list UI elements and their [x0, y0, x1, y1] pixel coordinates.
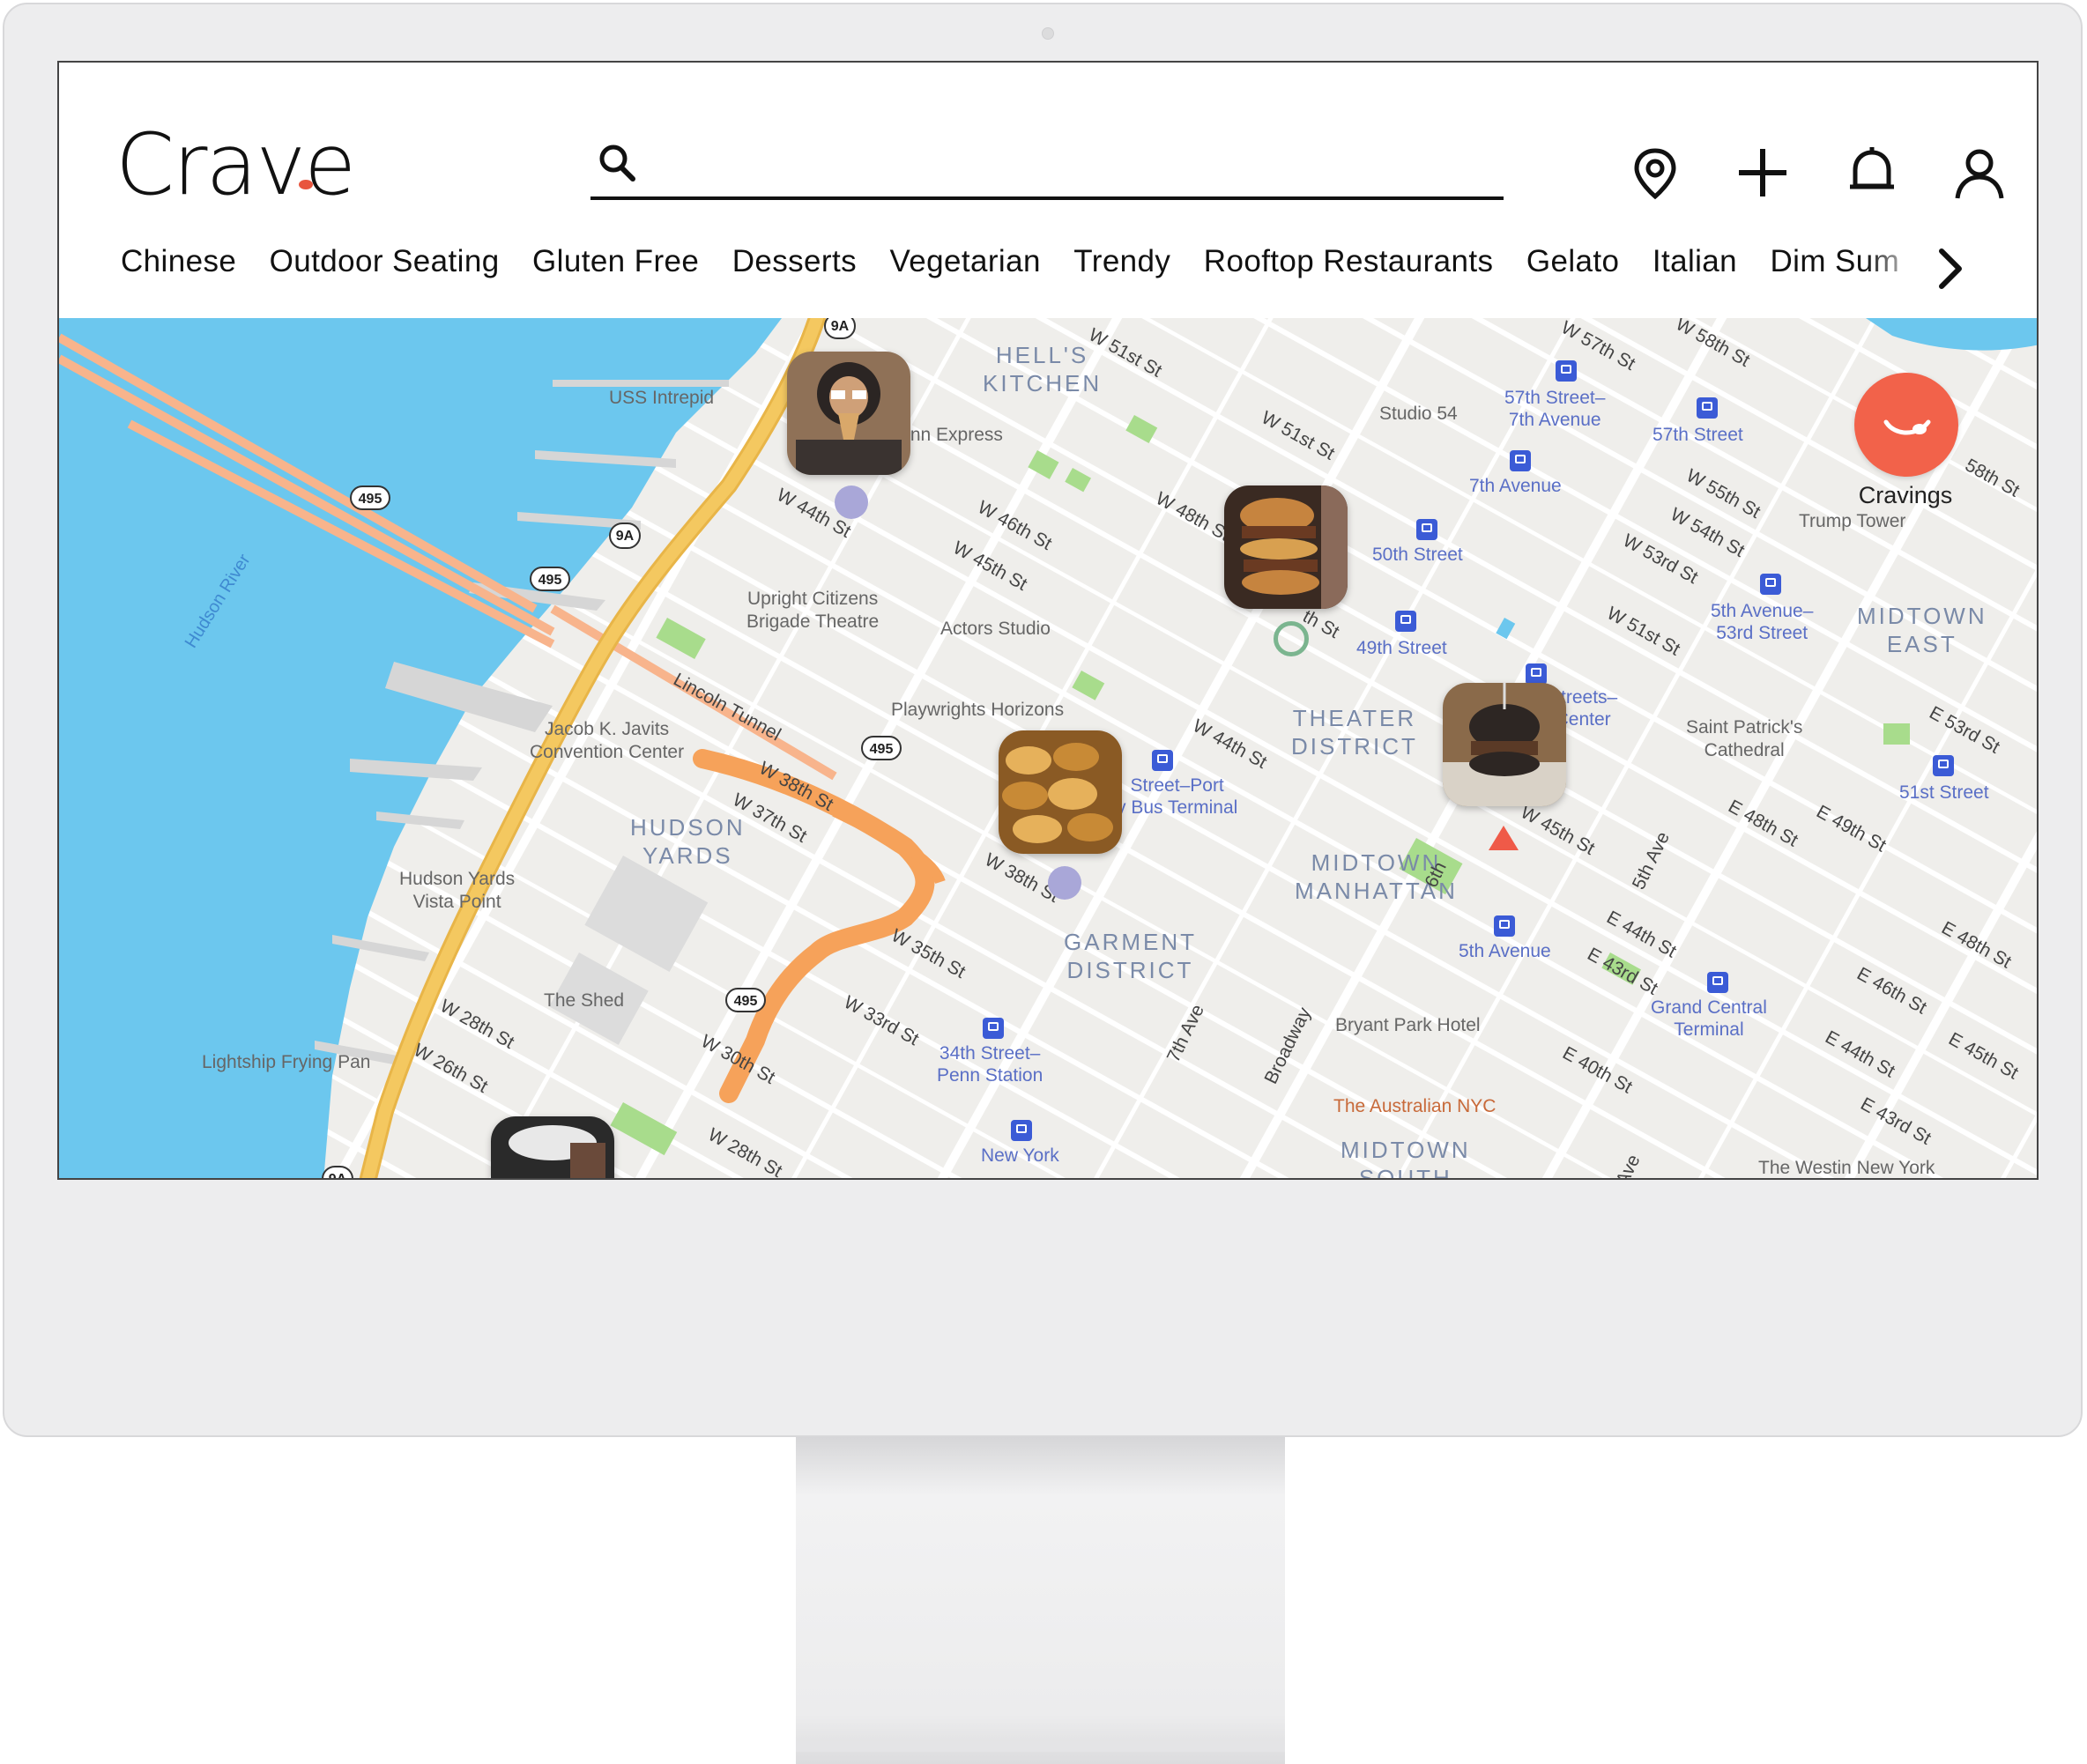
station-57th[interactable]: 57th Street [1653, 424, 1743, 446]
route-shield: 9A [824, 318, 856, 339]
station-5th-53rd[interactable]: 5th Avenue– 53rd Street [1711, 600, 1813, 644]
district-theater: THEATER DISTRICT [1291, 705, 1418, 760]
station-new-york[interactable]: New York [981, 1145, 1059, 1167]
poi-javits-center[interactable]: Jacob K. Javits Convention Center [530, 718, 684, 764]
map-pin-ice-cream[interactable] [787, 352, 910, 475]
metro-icon [1556, 360, 1577, 382]
district-midtown-south: MIDTOWN SOUTH [1341, 1137, 1471, 1180]
station-49th[interactable]: 49th Street [1356, 637, 1447, 659]
map-marker-dot[interactable] [835, 485, 868, 519]
ice-cream-photo [787, 352, 910, 475]
drink-photo [491, 1116, 614, 1178]
monitor-frame: Crave Chinese Outdoor Seating Gluten Fre… [3, 3, 2083, 1437]
category-gluten-free[interactable]: Gluten Free [532, 244, 699, 279]
chevron-right-icon[interactable] [1933, 246, 1968, 292]
poi-lightship[interactable]: Lightship Frying Pan [202, 1051, 370, 1074]
metro-icon [1011, 1120, 1032, 1141]
category-outdoor-seating[interactable]: Outdoor Seating [270, 244, 500, 279]
metro-icon [1494, 915, 1515, 937]
cravings-label: Cravings [1858, 482, 1953, 508]
poi-actors-studio[interactable]: Actors Studio [940, 618, 1051, 641]
poi-saint-patricks[interactable]: Saint Patrick's Cathedral [1686, 716, 1802, 762]
pastries-photo [999, 730, 1122, 854]
station-7th-avenue[interactable]: 7th Avenue [1469, 475, 1562, 497]
app-header: Crave Chinese Outdoor Seating Gluten Fre… [59, 63, 2037, 318]
category-gelato[interactable]: Gelato [1526, 244, 1620, 279]
district-hells-kitchen: HELL'S KITCHEN [983, 342, 1103, 397]
map-pin-black-bun-burger[interactable] [1443, 683, 1566, 806]
map-view[interactable]: Hudson River HELL'S KITCHEN THEATER DIST… [59, 318, 2037, 1180]
tongue-smile-icon [1883, 419, 1931, 435]
poi-inn-express[interactable]: Inn Express [905, 424, 1003, 447]
metro-icon [1152, 750, 1173, 771]
metro-icon [1697, 397, 1718, 419]
category-bar: Chinese Outdoor Seating Gluten Free Dess… [121, 244, 1972, 293]
stacked-burger-photo [1224, 485, 1348, 609]
route-shield: 495 [725, 988, 766, 1012]
metro-icon [1760, 574, 1781, 595]
app-screen: Crave Chinese Outdoor Seating Gluten Fre… [57, 61, 2039, 1180]
logo-accent-dot [299, 180, 313, 189]
route-shield: 9A [609, 523, 641, 549]
category-desserts[interactable]: Desserts [732, 244, 857, 279]
location-pin-icon[interactable] [1626, 144, 1684, 202]
route-shield: 495 [350, 485, 390, 510]
app-logo[interactable]: Crave [115, 115, 356, 214]
poi-upright-citizens[interactable]: Upright Citizens Brigade Theatre [746, 588, 879, 634]
camera-dot [1042, 27, 1054, 40]
map-pin-drink[interactable] [491, 1116, 614, 1178]
black-bun-burger-photo [1443, 683, 1566, 806]
map-marker-triangle[interactable] [1489, 826, 1519, 850]
poi-the-shed[interactable]: The Shed [544, 989, 624, 1012]
bell-icon[interactable] [1843, 144, 1901, 202]
metro-icon [1933, 755, 1954, 776]
station-51st[interactable]: 51st Street [1899, 782, 1989, 804]
monitor-stand [796, 1437, 1285, 1764]
cravings-button[interactable] [1854, 373, 1958, 477]
route-shield: 495 [861, 736, 902, 760]
map-marker-dot[interactable] [1048, 866, 1081, 900]
search-bar[interactable] [590, 135, 1504, 200]
poi-trump-tower[interactable]: Trump Tower [1799, 510, 1905, 533]
station-5th-avenue[interactable]: 5th Avenue [1459, 940, 1551, 962]
route-shield: 495 [530, 567, 570, 591]
poi-australian-nyc[interactable]: The Australian NYC [1333, 1095, 1496, 1118]
metro-icon [983, 1018, 1004, 1039]
metro-icon [1416, 519, 1437, 540]
poi-playwrights-horizons[interactable]: Playwrights Horizons [891, 699, 1064, 722]
map-marker-ring[interactable] [1274, 621, 1309, 656]
plus-icon[interactable] [1734, 144, 1792, 202]
district-hudson-yards: HUDSON YARDS [630, 814, 746, 869]
metro-icon [1526, 663, 1547, 685]
station-57th-7th[interactable]: 57th Street– 7th Avenue [1504, 387, 1605, 431]
map-pin-stacked-burger[interactable] [1224, 485, 1348, 609]
district-garment: GARMENT DISTRICT [1064, 929, 1197, 983]
poi-bryant-park-hotel[interactable]: Bryant Park Hotel [1335, 1014, 1481, 1037]
metro-icon [1395, 611, 1416, 632]
metro-icon [1707, 972, 1728, 993]
metro-icon [1510, 450, 1531, 471]
station-penn[interactable]: 34th Street– Penn Station [937, 1042, 1043, 1086]
station-50th[interactable]: 50th Street [1372, 544, 1463, 566]
district-midtown-east: MIDTOWN EAST [1857, 603, 1987, 657]
user-icon[interactable] [1950, 144, 2009, 202]
poi-studio-54[interactable]: Studio 54 [1379, 403, 1458, 426]
search-icon[interactable] [594, 140, 640, 186]
poi-hudson-yards-vista[interactable]: Hudson Yards Vista Point [399, 868, 515, 914]
category-trendy[interactable]: Trendy [1073, 244, 1170, 279]
poi-uss-intrepid[interactable]: USS Intrepid [609, 387, 714, 410]
search-input[interactable] [652, 144, 1493, 186]
category-rooftop-restaurants[interactable]: Rooftop Restaurants [1204, 244, 1494, 279]
category-chinese[interactable]: Chinese [121, 244, 236, 279]
category-vegetarian[interactable]: Vegetarian [889, 244, 1040, 279]
station-port-authority[interactable]: Street–Port y Bus Terminal [1117, 775, 1237, 819]
category-italian[interactable]: Italian [1653, 244, 1737, 279]
poi-westin[interactable]: The Westin New York [1758, 1157, 1935, 1178]
map-pin-pastries[interactable] [999, 730, 1122, 854]
station-grand-central[interactable]: Grand Central Terminal [1651, 997, 1767, 1041]
